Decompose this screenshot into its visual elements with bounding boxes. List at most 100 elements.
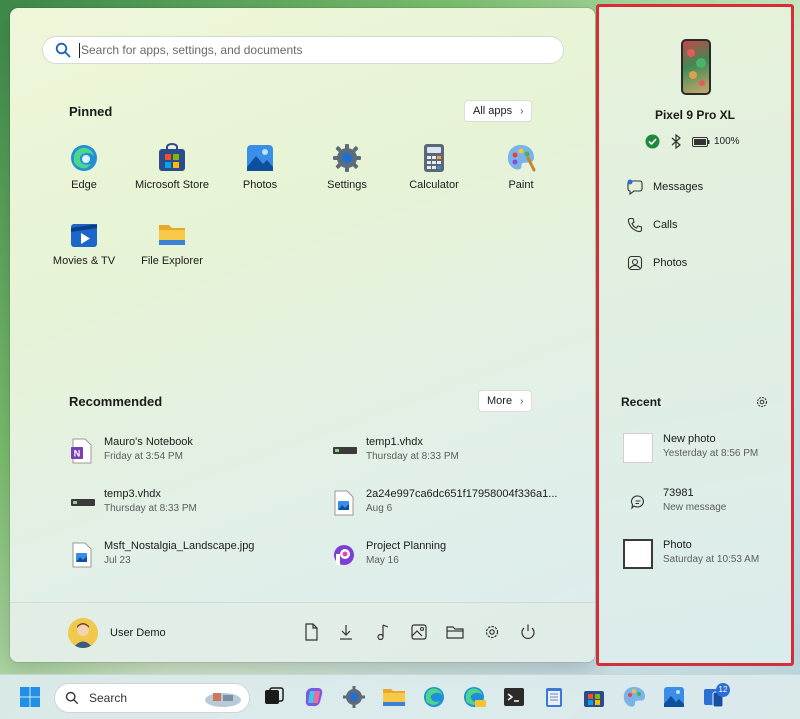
file-explorer-icon[interactable] [382,685,406,709]
more-label: More [487,395,513,407]
search-icon [65,691,79,705]
phone-link-label: Photos [653,257,688,269]
gear-icon[interactable] [483,623,501,641]
calculator-icon [419,143,449,173]
user-account-button[interactable]: User Demo [68,618,166,648]
recommended-item-name: temp1.vhdx [366,436,423,448]
pinned-app-photos[interactable]: Photos [216,143,304,191]
notepad-icon[interactable] [542,685,566,709]
recommended-item[interactable]: temp1.vhdx Thursday at 8:33 PM [332,436,582,464]
pictures-icon[interactable] [410,623,428,641]
paint-icon[interactable] [622,685,646,709]
phone-recent-item[interactable]: Photo Saturday at 10:53 AM [623,539,759,569]
phone-link-messages[interactable]: Messages [627,179,703,195]
battery-status: 100% [692,136,740,147]
pinned-app-microsoft-store[interactable]: Microsoft Store [128,143,216,191]
pinned-app-label: Calculator [409,179,459,191]
movies-tv-icon [69,219,99,249]
edge-canary-icon[interactable] [462,685,486,709]
paint-icon [506,143,536,173]
photos-icon[interactable] [662,685,686,709]
search-highlight-icon [205,693,241,707]
recommended-item-time: Aug 6 [366,503,393,514]
all-apps-button[interactable]: All apps › [464,100,533,122]
messages-icon [627,179,643,195]
chevron-right-icon: › [520,105,524,117]
file-explorer-icon [157,219,187,249]
phone-recent-time: New message [663,502,727,513]
vhdx-icon [332,438,357,464]
documents-icon[interactable] [302,623,320,641]
user-name: User Demo [110,627,166,639]
power-icon[interactable] [519,623,537,641]
phone-link-label: Messages [653,181,704,193]
image-file-icon [70,542,92,568]
phone-recent-title-text: 73981 [663,487,694,499]
start-search-box[interactable] [42,36,564,64]
vhdx-icon [70,490,95,516]
recommended-item-time: Jul 23 [104,555,131,566]
recommended-item-time: May 16 [366,555,399,566]
taskbar-search[interactable]: Search [54,683,250,713]
loop-icon [332,542,354,568]
music-icon[interactable] [374,623,392,641]
edge-icon [69,143,99,173]
file-explorer-icon[interactable] [446,623,464,641]
settings-icon[interactable] [342,685,366,709]
windows-start-icon[interactable] [18,685,42,709]
gear-icon[interactable] [755,395,769,409]
edge-icon[interactable] [422,685,446,709]
store-icon [157,143,187,173]
chevron-right-icon: › [520,395,524,407]
avatar [68,618,98,648]
notification-badge: 12 [716,683,730,697]
phone-recent-time: Saturday at 10:53 AM [663,554,760,565]
pinned-app-calculator[interactable]: Calculator [390,143,478,191]
phone-recent-item[interactable]: New photo Yesterday at 8:56 PM [623,433,758,463]
recommended-item[interactable]: temp3.vhdx Thursday at 8:33 PM [70,488,320,516]
pinned-app-movies-tv[interactable]: Movies & TV [40,219,128,267]
pinned-app-label: Paint [508,179,534,191]
copilot-icon[interactable] [302,685,326,709]
pinned-app-label: Movies & TV [52,255,116,267]
pinned-app-paint[interactable]: Paint [477,143,565,191]
recommended-item-name: Msft_Nostalgia_Landscape.jpg [104,540,255,552]
calls-icon [627,217,643,233]
pinned-app-label: Microsoft Store [135,179,209,191]
phone-photos-icon [627,255,643,271]
recommended-item[interactable]: Project Planning May 16 [332,540,582,568]
message-icon [623,487,653,517]
phone-recent-title-text: New photo [663,433,716,445]
pinned-app-settings[interactable]: Settings [303,143,391,191]
start-menu: Pinned All apps › Edge Microsoft Store Ph… [10,8,595,662]
recommended-item[interactable]: N Mauro's Notebook Friday at 3:54 PM [70,436,320,464]
task-view-icon[interactable] [262,685,286,709]
downloads-icon[interactable] [337,623,355,641]
battery-level: 100% [714,136,740,147]
phone-recent-title: Recent [621,395,662,409]
phone-device-name: Pixel 9 Pro XL [654,108,736,122]
recommended-item[interactable]: 2a24e997ca6dc651f17958004f336a1... Aug 6 [332,488,582,516]
recommended-item-time: Thursday at 8:33 PM [104,503,197,514]
phone-recent-item[interactable]: 73981 New message [623,487,726,517]
store-icon[interactable] [582,685,606,709]
all-apps-label: All apps [473,105,513,117]
recommended-item-name: 2a24e997ca6dc651f17958004f336a1... [366,488,558,500]
phone-recent-title-text: Photo [663,539,692,551]
terminal-icon[interactable] [502,685,526,709]
more-button[interactable]: More › [478,390,533,412]
photo-thumbnail [623,539,653,569]
phone-device-image [681,39,711,95]
image-file-icon [332,490,354,516]
recommended-item-time: Friday at 3:54 PM [104,451,183,462]
phone-link-photos[interactable]: Photos [627,255,687,271]
pinned-app-edge[interactable]: Edge [40,143,128,191]
phone-link-calls[interactable]: Calls [627,217,677,233]
recommended-item-name: Project Planning [366,540,447,552]
pinned-app-label: Edge [71,179,97,191]
battery-icon [692,136,710,147]
start-search-input[interactable] [81,43,521,57]
pinned-app-file-explorer[interactable]: File Explorer [128,219,216,267]
recommended-item[interactable]: Msft_Nostalgia_Landscape.jpg Jul 23 [70,540,320,568]
photos-icon [245,143,275,173]
